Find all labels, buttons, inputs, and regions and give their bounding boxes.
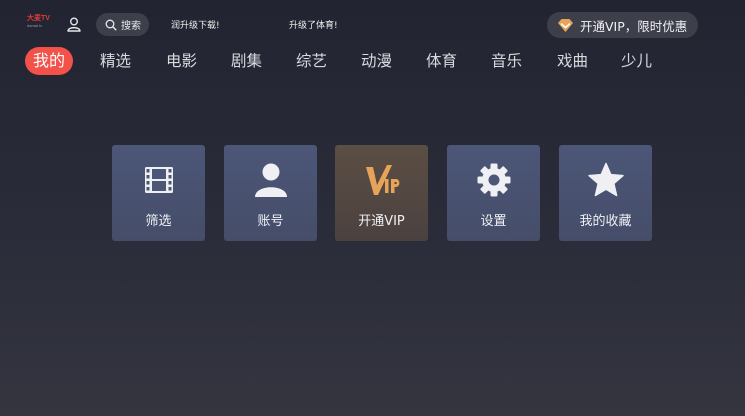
vip-icon — [362, 162, 402, 198]
account-card-label: 账号 — [257, 214, 284, 229]
feature-cards: 筛选 账号 开通VIP 设置 我的收藏 — [0, 145, 745, 241]
gear-icon — [474, 162, 514, 198]
tab-kids[interactable]: 少儿 — [621, 47, 652, 75]
ticker-message-left: 润升级下载! — [171, 21, 220, 31]
favorites-card[interactable]: 我的收藏 — [559, 145, 652, 241]
search-label: 搜索 — [121, 21, 141, 32]
search-icon — [105, 19, 117, 31]
open-vip-card[interactable]: 开通VIP — [335, 145, 428, 241]
vip-promo-button[interactable]: 开通VIP，限时优惠 — [547, 12, 698, 38]
tab-featured[interactable]: 精选 — [100, 47, 131, 75]
tab-sports[interactable]: 体育 — [426, 47, 457, 75]
tab-anime[interactable]: 动漫 — [361, 47, 392, 75]
logo-subtext: damai tv — [27, 23, 43, 28]
logo-text: 大麦TV — [27, 15, 50, 22]
film-icon — [139, 162, 179, 198]
tab-music[interactable]: 音乐 — [491, 47, 522, 75]
open-vip-card-label: 开通VIP — [358, 214, 405, 229]
account-card[interactable]: 账号 — [224, 145, 317, 241]
tab-series[interactable]: 剧集 — [231, 47, 262, 75]
settings-card-label: 设置 — [480, 214, 507, 229]
settings-card[interactable]: 设置 — [447, 145, 540, 241]
tab-movies[interactable]: 电影 — [166, 47, 197, 75]
app-logo: 大麦TV damai tv — [27, 14, 55, 32]
search-button[interactable]: 搜索 — [96, 13, 149, 36]
favorites-card-label: 我的收藏 — [579, 214, 632, 229]
vip-promo-label: 开通VIP，限时优惠 — [580, 18, 688, 34]
star-icon — [586, 162, 626, 198]
user-icon[interactable] — [66, 16, 82, 32]
filter-card-label: 筛选 — [145, 214, 172, 229]
ticker-message-right: 升级了体育! — [289, 21, 338, 31]
category-nav: 我的 精选 电影 剧集 综艺 动漫 体育 音乐 戏曲 少儿 — [0, 47, 745, 75]
tab-opera[interactable]: 戏曲 — [557, 47, 588, 75]
filter-card[interactable]: 筛选 — [112, 145, 205, 241]
diamond-icon — [558, 18, 573, 32]
tab-mine[interactable]: 我的 — [25, 47, 74, 75]
person-icon — [251, 162, 291, 198]
tab-variety[interactable]: 综艺 — [296, 47, 327, 75]
